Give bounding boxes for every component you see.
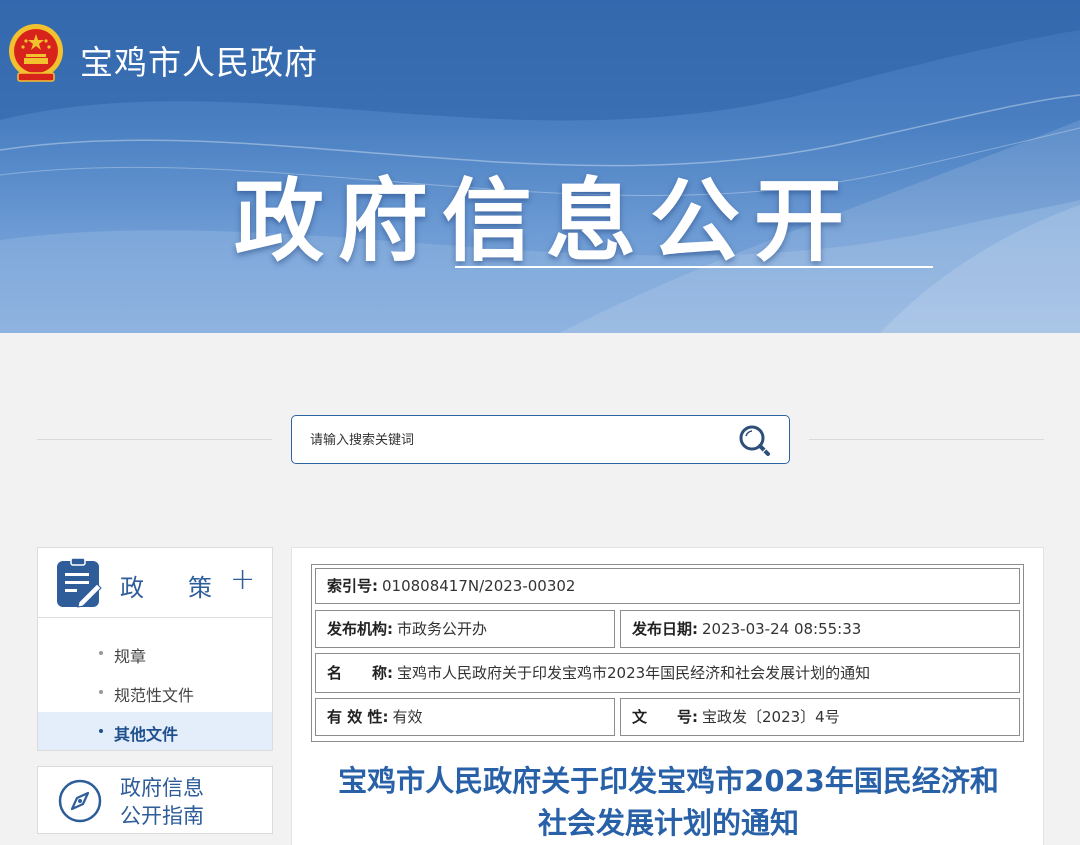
search-icon[interactable]: [735, 422, 777, 458]
document-edit-icon: [57, 558, 102, 608]
publish-date-label: 发布日期:: [632, 620, 698, 638]
sidebar-item-other-documents[interactable]: 其他文件: [38, 712, 272, 750]
title-underline: [455, 266, 933, 268]
index-number-label: 索引号:: [327, 577, 378, 595]
document-panel: 索引号: 010808417N/2023-00302 发布机构: 市政务公开办 发布…: [291, 547, 1044, 845]
validity-label: 有 效 性:: [327, 708, 389, 726]
compass-icon: [58, 779, 102, 823]
sidebar-item-label: 规范性文件: [114, 686, 195, 705]
document-metadata-table: 索引号: 010808417N/2023-00302 发布机构: 市政务公开办 发布…: [311, 564, 1024, 742]
policy-heading-char-1: 政: [120, 574, 144, 602]
document-name-value: 宝鸡市人民政府关于印发宝鸡市2023年国民经济和社会发展计划的通知: [397, 664, 871, 682]
expand-plus-icon[interactable]: +: [230, 562, 255, 597]
guide-label: 政府信息 公开指南: [120, 774, 204, 830]
document-title: 宝鸡市人民政府关于印发宝鸡市2023年国民经济和 社会发展计划的通知: [292, 760, 1045, 844]
document-title-line1: 宝鸡市人民政府关于印发宝鸡市2023年国民经济和: [338, 764, 999, 798]
publisher-value: 市政务公开办: [397, 620, 488, 638]
policy-category-panel: 政 策 + 规章 规范性文件 其他文件: [37, 547, 273, 751]
document-name-row: 名 称: 宝鸡市人民政府关于印发宝鸡市2023年国民经济和社会发展计划的通知: [315, 653, 1020, 693]
document-title-line2: 社会发展计划的通知: [537, 806, 799, 840]
publisher-label: 发布机构:: [327, 620, 393, 638]
index-number-value: 010808417N/2023-00302: [382, 577, 576, 595]
document-number-cell: 文 号: 宝政发〔2023〕4号: [620, 698, 1020, 736]
bullet-dot: [99, 690, 103, 694]
publisher-cell: 发布机构: 市政务公开办: [315, 610, 615, 648]
header-banner: 宝鸡市人民政府 政府信息公开: [0, 0, 1080, 333]
sidebar-item-label: 规章: [114, 647, 147, 666]
sidebar-item-rules[interactable]: 规章: [38, 634, 272, 672]
search-divider-left: [37, 439, 272, 440]
document-name-label: 名 称:: [327, 664, 393, 682]
validity-value: 有效: [392, 708, 423, 726]
index-number-row: 索引号: 010808417N/2023-00302: [315, 568, 1020, 604]
publish-date-cell: 发布日期: 2023-03-24 08:55:33: [620, 610, 1020, 648]
bullet-dot: [99, 729, 103, 733]
sidebar-item-label: 其他文件: [114, 725, 179, 744]
policy-category-header[interactable]: 政 策 +: [38, 548, 272, 618]
guide-label-line1: 政府信息: [120, 776, 204, 800]
publish-date-value: 2023-03-24 08:55:33: [702, 620, 862, 638]
national-emblem-icon: [9, 24, 63, 82]
search-bar: [291, 415, 790, 464]
search-divider-right: [809, 439, 1044, 440]
sidebar-item-normative-documents[interactable]: 规范性文件: [38, 673, 272, 711]
policy-heading-char-2: 策: [188, 574, 212, 602]
guide-label-line2: 公开指南: [120, 804, 204, 828]
validity-cell: 有 效 性: 有效: [315, 698, 615, 736]
disclosure-guide-link[interactable]: 政府信息 公开指南: [37, 766, 273, 834]
document-number-value: 宝政发〔2023〕4号: [702, 708, 840, 726]
document-number-label: 文 号:: [632, 708, 698, 726]
site-name[interactable]: 宝鸡市人民政府: [80, 36, 318, 84]
bullet-dot: [99, 651, 103, 655]
search-input[interactable]: [310, 428, 730, 452]
page-title: 政府信息公开: [234, 169, 858, 274]
